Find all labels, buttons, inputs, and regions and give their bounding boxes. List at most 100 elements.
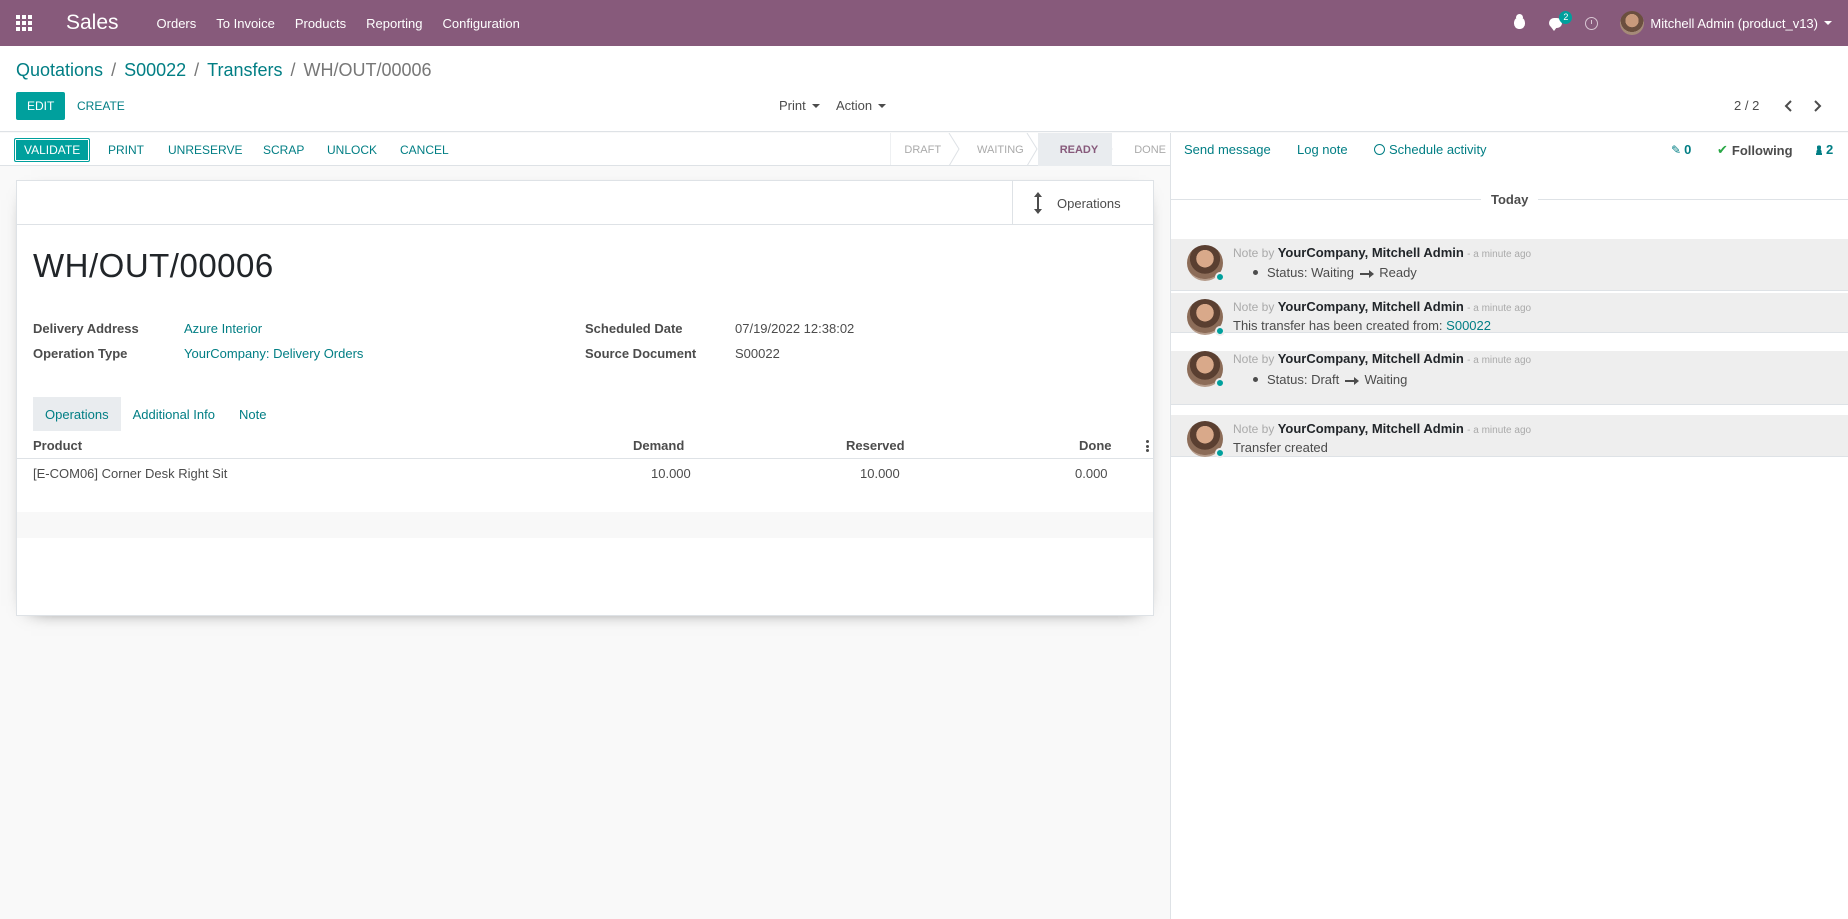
date-separator-today: Today <box>1481 192 1539 207</box>
message-author[interactable]: YourCompany, Mitchell Admin <box>1278 421 1464 436</box>
menu-configuration[interactable]: Configuration <box>443 16 520 31</box>
messages-badge: 2 <box>1559 11 1573 24</box>
tracking-new-value: Ready <box>1379 265 1417 280</box>
column-demand[interactable]: Demand <box>633 438 684 453</box>
chatter-topbar: Send message Log note Schedule activity … <box>1171 133 1848 166</box>
message-body: Status: Waiting Ready <box>1233 265 1417 280</box>
message-date: - a minute ago <box>1467 355 1532 366</box>
source-document-link[interactable]: S00022 <box>1446 318 1491 333</box>
tab-additional-info[interactable]: Additional Info <box>121 397 227 431</box>
pager-value[interactable]: 2 / 2 <box>1734 98 1759 113</box>
print-button[interactable]: PRINT <box>99 138 153 162</box>
user-menu[interactable]: Mitchell Admin (product_v13) <box>1650 16 1818 31</box>
user-avatar[interactable] <box>1620 11 1645 35</box>
optional-columns-kebab-icon[interactable] <box>1146 440 1149 452</box>
column-product[interactable]: Product <box>33 438 82 453</box>
top-navbar: Sales Orders To Invoice Products Reporti… <box>0 0 1848 46</box>
delivery-address-label: Delivery Address <box>33 321 139 336</box>
operation-type-label: Operation Type <box>33 346 128 361</box>
action-dropdown[interactable]: Action <box>836 98 887 113</box>
apps-menu-icon[interactable] <box>16 15 34 31</box>
table-header: Product Demand Reserved Done <box>17 433 1153 459</box>
delivery-address-link[interactable]: Azure Interior <box>184 321 262 336</box>
table-row[interactable]: [E-COM06] Corner Desk Right Sit 10.000 1… <box>17 460 1153 486</box>
caret-down-icon <box>811 103 820 108</box>
user-icon <box>1815 144 1823 155</box>
message-author[interactable]: YourCompany, Mitchell Admin <box>1278 245 1464 260</box>
messaging-chat-icon[interactable]: 2 <box>1540 0 1573 46</box>
schedule-activity-label: Schedule activity <box>1389 142 1487 157</box>
paperclip-icon: ✎ <box>1671 142 1682 157</box>
unlock-button[interactable]: UNLOCK <box>318 138 386 162</box>
row-done: 0.000 <box>1075 466 1108 481</box>
scrap-button[interactable]: SCRAP <box>254 138 313 162</box>
print-dropdown[interactable]: Print <box>779 98 820 113</box>
menu-orders[interactable]: Orders <box>157 16 197 31</box>
chatter-message: Note by YourCompany, Mitchell Admin - a … <box>1171 293 1848 336</box>
tab-note[interactable]: Note <box>227 397 278 431</box>
message-author[interactable]: YourCompany, Mitchell Admin <box>1278 299 1464 314</box>
breadcrumb-quotations[interactable]: Quotations <box>16 60 103 81</box>
debug-bug-icon[interactable] <box>1504 0 1534 46</box>
operations-smart-button[interactable]: Operations <box>1012 181 1153 225</box>
check-icon: ✔ <box>1717 142 1728 157</box>
tab-operations[interactable]: Operations <box>33 397 121 431</box>
form-sheet: Operations WH/OUT/00006 Delivery Address… <box>16 180 1154 616</box>
app-name[interactable]: Sales <box>66 11 119 35</box>
stage-done[interactable]: DONE <box>1112 133 1170 166</box>
online-status-icon <box>1215 378 1225 388</box>
chatter: Send message Log note Schedule activity … <box>1170 133 1848 919</box>
message-type: Note by <box>1233 300 1275 314</box>
online-status-icon <box>1215 272 1225 282</box>
cancel-button[interactable]: CANCEL <box>391 138 458 162</box>
edit-button[interactable]: EDIT <box>16 92 66 120</box>
activity-clock-icon[interactable] <box>1576 0 1606 46</box>
tracking-new-value: Waiting <box>1364 372 1408 387</box>
stage-draft[interactable]: DRAFT <box>890 133 955 166</box>
breadcrumb-transfers[interactable]: Transfers <box>207 60 282 81</box>
menu-reporting[interactable]: Reporting <box>366 16 422 31</box>
caret-down-icon <box>878 103 887 108</box>
breadcrumb-sale-order[interactable]: S00022 <box>124 60 186 81</box>
chatter-message: Note by YourCompany, Mitchell Admin - a … <box>1171 351 1848 405</box>
log-note-button[interactable]: Log note <box>1297 142 1348 157</box>
message-date: - a minute ago <box>1467 425 1532 436</box>
message-author[interactable]: YourCompany, Mitchell Admin <box>1278 351 1464 366</box>
attachments-button[interactable]: ✎ 0 <box>1671 142 1691 157</box>
tracking-old-value: Draft <box>1311 372 1340 387</box>
chatter-message: Note by YourCompany, Mitchell Admin - a … <box>1171 415 1848 458</box>
column-reserved[interactable]: Reserved <box>846 438 905 453</box>
unreserve-button[interactable]: UNRESERVE <box>159 138 251 162</box>
followers-button[interactable]: 2 <box>1815 142 1833 157</box>
operation-type-link[interactable]: YourCompany: Delivery Orders <box>184 346 363 361</box>
schedule-activity-button[interactable]: Schedule activity <box>1374 142 1487 157</box>
table-empty-row <box>17 486 1153 512</box>
create-button[interactable]: CREATE <box>68 92 134 120</box>
message-body: This transfer has been created from: S00… <box>1233 318 1491 333</box>
message-type: Note by <box>1233 422 1275 436</box>
breadcrumb-current: WH/OUT/00006 <box>303 60 432 80</box>
control-panel: Quotations / S00022 / Transfers / WH/OUT… <box>0 46 1848 132</box>
clock-icon <box>1374 144 1385 155</box>
following-button[interactable]: ✔ Following <box>1717 142 1793 158</box>
column-done[interactable]: Done <box>1079 438 1112 453</box>
print-dropdown-label: Print <box>779 98 806 113</box>
menu-products[interactable]: Products <box>295 16 346 31</box>
breadcrumb: Quotations / S00022 / Transfers / WH/OUT… <box>16 60 432 81</box>
scheduled-date-label: Scheduled Date <box>585 321 683 336</box>
message-body: Transfer created <box>1233 440 1328 455</box>
pager-previous-icon[interactable] <box>1782 99 1796 113</box>
pager-next-icon[interactable] <box>1810 99 1824 113</box>
status-stages: DRAFT WAITING READY DONE <box>890 133 1170 166</box>
user-caret-down-icon[interactable] <box>1824 21 1832 25</box>
source-document-label: Source Document <box>585 346 697 361</box>
stage-waiting[interactable]: WAITING <box>955 133 1038 166</box>
validate-button[interactable]: VALIDATE <box>14 138 91 162</box>
online-status-icon <box>1215 326 1225 336</box>
row-product: [E-COM06] Corner Desk Right Sit <box>33 466 228 481</box>
send-message-button[interactable]: Send message <box>1184 142 1271 157</box>
form-area: Operations WH/OUT/00006 Delivery Address… <box>0 166 1170 919</box>
message-date: - a minute ago <box>1467 249 1532 260</box>
table-empty-row <box>17 512 1153 538</box>
menu-to-invoice[interactable]: To Invoice <box>216 16 275 31</box>
